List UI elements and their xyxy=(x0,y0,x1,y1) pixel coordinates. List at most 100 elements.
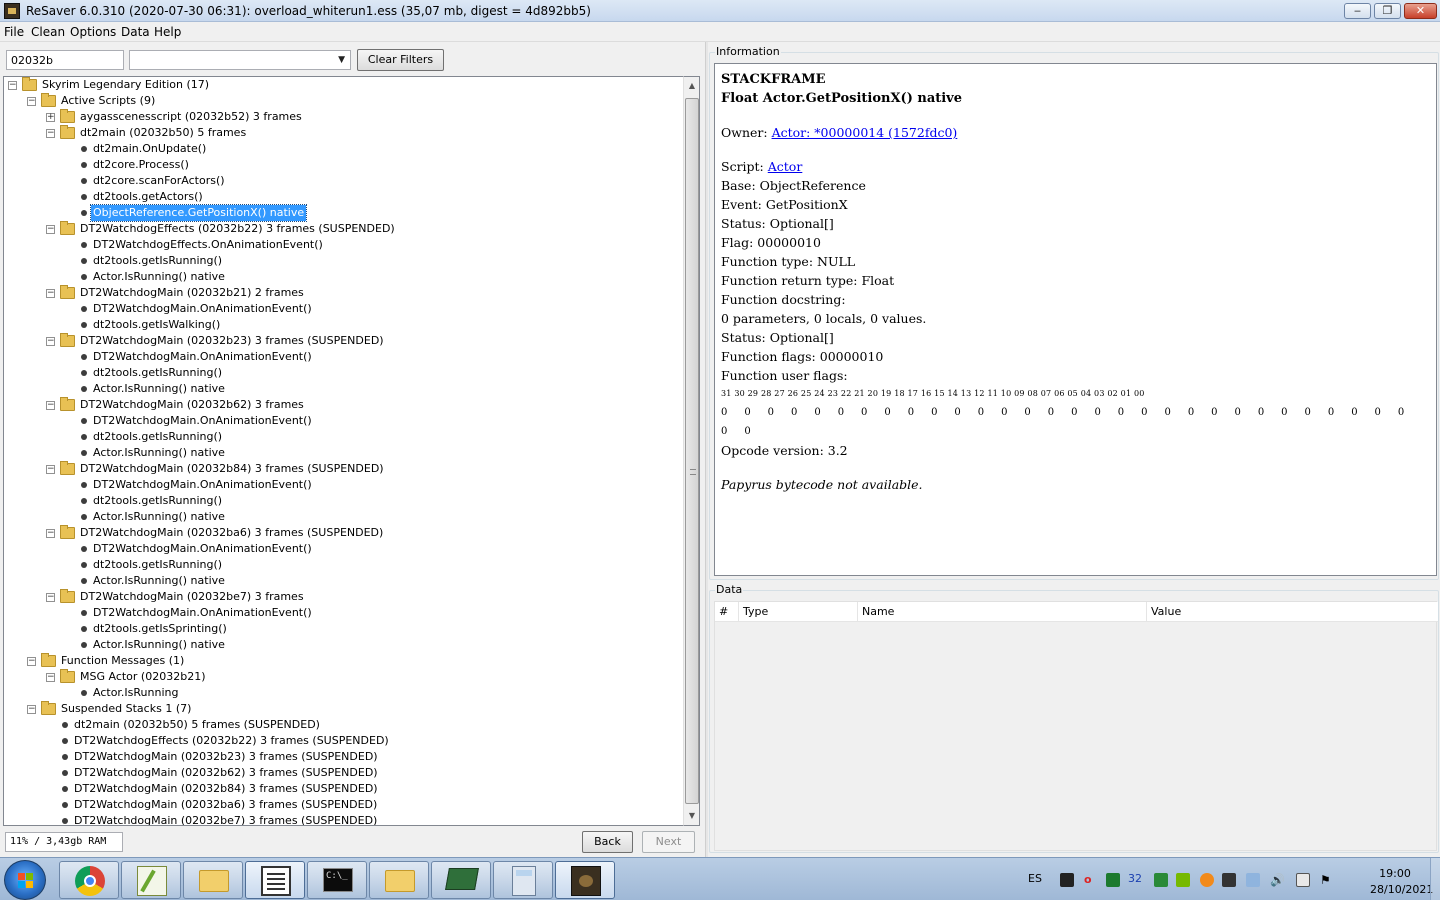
expand-icon[interactable]: + xyxy=(46,113,55,122)
tree-folder-node[interactable]: − MSG Actor (02032b21) xyxy=(4,669,680,685)
display-icon[interactable] xyxy=(1296,873,1310,887)
tree-node-label[interactable]: DT2WatchdogMain.OnAnimationEvent() xyxy=(91,349,314,365)
taskbar-file-explorer[interactable] xyxy=(183,861,243,899)
tree-scrollbar[interactable]: ▲ ▼ xyxy=(683,76,700,826)
column-header-index[interactable]: # xyxy=(715,602,739,622)
tree-leaf-node[interactable]: dt2core.scanForActors() xyxy=(4,173,680,189)
tree-node-label[interactable]: DT2WatchdogMain.OnAnimationEvent() xyxy=(91,301,314,317)
tree-node-label[interactable]: dt2tools.getIsRunning() xyxy=(91,365,224,381)
tree-node-label[interactable]: DT2WatchdogMain (02032b23) 3 frames (SUS… xyxy=(72,749,380,765)
tree-node-label[interactable]: DT2WatchdogMain (02032b84) 3 frames (SUS… xyxy=(72,781,380,797)
tree-node-label[interactable]: DT2WatchdogMain (02032ba6) 3 frames (SUS… xyxy=(78,525,385,541)
opera-icon[interactable]: o xyxy=(1084,873,1098,887)
tree-leaf-node[interactable]: Actor.IsRunning() native xyxy=(4,381,680,397)
tree-node-label[interactable]: dt2tools.getIsWalking() xyxy=(91,317,222,333)
owner-link[interactable]: Actor: *00000014 (1572fdc0) xyxy=(772,125,958,140)
memory-monitor-icon[interactable] xyxy=(1154,873,1168,887)
menu-help[interactable]: Help xyxy=(154,25,181,39)
tree-leaf-node[interactable]: DT2WatchdogMain.OnAnimationEvent() xyxy=(4,605,680,621)
resaver-app-icon[interactable] xyxy=(4,3,20,19)
tree-leaf-node[interactable]: DT2WatchdogEffects.OnAnimationEvent() xyxy=(4,237,680,253)
scroll-down-arrow-icon[interactable]: ▼ xyxy=(685,808,699,824)
tree-leaf-node[interactable]: dt2tools.getIsRunning() xyxy=(4,557,680,573)
tree-node-label[interactable]: DT2WatchdogMain (02032b21) 2 frames xyxy=(78,285,306,301)
tree-node-label[interactable]: dt2tools.getIsRunning() xyxy=(91,557,224,573)
collapse-icon[interactable]: − xyxy=(46,529,55,538)
volume-icon[interactable]: 🔊 xyxy=(1270,873,1285,887)
taskbar-chrome[interactable] xyxy=(59,861,119,899)
maximize-button[interactable]: ❐ xyxy=(1374,3,1401,19)
tree-node-label[interactable]: dt2core.scanForActors() xyxy=(91,173,227,189)
tree-leaf-node[interactable]: Actor.IsRunning() native xyxy=(4,573,680,589)
tree-leaf-node[interactable]: Actor.IsRunning() native xyxy=(4,509,680,525)
tree-leaf-node[interactable]: DT2WatchdogMain (02032b84) 3 frames (SUS… xyxy=(4,781,680,797)
collapse-icon[interactable]: − xyxy=(46,401,55,410)
tree-node-label[interactable]: DT2WatchdogMain (02032b62) 3 frames xyxy=(78,397,306,413)
tree-node-label[interactable]: dt2main (02032b50) 5 frames xyxy=(78,125,248,141)
menu-options[interactable]: Options xyxy=(70,25,116,39)
close-button[interactable]: ✕ xyxy=(1404,3,1437,19)
tree-leaf-node[interactable]: DT2WatchdogMain.OnAnimationEvent() xyxy=(4,477,680,493)
tree-node-label[interactable]: dt2main (02032b50) 5 frames (SUSPENDED) xyxy=(72,717,322,733)
tree-node-label[interactable]: Actor.IsRunning() native xyxy=(91,637,227,653)
taskbar-resaver[interactable] xyxy=(555,861,615,899)
tree-folder-node[interactable]: − DT2WatchdogMain (02032b84) 3 frames (SU… xyxy=(4,461,680,477)
avast-icon[interactable] xyxy=(1200,873,1214,887)
tree-node-label[interactable]: Function Messages (1) xyxy=(59,653,186,669)
scroll-up-arrow-icon[interactable]: ▲ xyxy=(685,78,699,94)
tree-node-label[interactable]: DT2WatchdogEffects.OnAnimationEvent() xyxy=(91,237,325,253)
tree-node-label[interactable]: DT2WatchdogMain (02032ba6) 3 frames (SUS… xyxy=(72,797,379,813)
tree-folder-node[interactable]: − DT2WatchdogMain (02032b21) 2 frames xyxy=(4,285,680,301)
tree-node-label[interactable]: DT2WatchdogEffects (02032b22) 3 frames (… xyxy=(78,221,397,237)
tree-folder-node[interactable]: − dt2main (02032b50) 5 frames xyxy=(4,125,680,141)
hardware-monitor-icon[interactable] xyxy=(1222,873,1236,887)
language-indicator[interactable]: ES xyxy=(1028,872,1042,885)
tree-leaf-node[interactable]: DT2WatchdogMain.OnAnimationEvent() xyxy=(4,349,680,365)
collapse-icon[interactable]: − xyxy=(8,81,17,90)
tree-node-label[interactable]: DT2WatchdogMain.OnAnimationEvent() xyxy=(91,477,314,493)
collapse-icon[interactable]: − xyxy=(27,97,36,106)
taskbar-network-monitor[interactable] xyxy=(431,861,491,899)
tree-node-label[interactable]: DT2WatchdogEffects (02032b22) 3 frames (… xyxy=(72,733,391,749)
tree-node-label[interactable]: Active Scripts (9) xyxy=(59,93,157,109)
tree-leaf-node[interactable]: DT2WatchdogMain (02032b23) 3 frames (SUS… xyxy=(4,749,680,765)
tree-node-label[interactable]: DT2WatchdogMain.OnAnimationEvent() xyxy=(91,605,314,621)
menu-data[interactable]: Data xyxy=(121,25,150,39)
next-button[interactable]: Next xyxy=(642,831,695,853)
menu-clean[interactable]: Clean xyxy=(31,25,65,39)
tree-node-label[interactable]: MSG Actor (02032b21) xyxy=(78,669,208,685)
taskbar-notepad-plus-plus[interactable] xyxy=(121,861,181,899)
data-table[interactable]: # Type Name Value xyxy=(714,601,1438,851)
tree-leaf-node[interactable]: dt2tools.getIsSprinting() xyxy=(4,621,680,637)
collapse-icon[interactable]: − xyxy=(46,673,55,682)
tree-leaf-node[interactable]: dt2tools.getIsRunning() xyxy=(4,253,680,269)
tree-node-label[interactable]: Suspended Stacks 1 (7) xyxy=(59,701,193,717)
scroll-thumb[interactable] xyxy=(685,98,699,804)
tree-leaf-node[interactable]: DT2WatchdogMain.OnAnimationEvent() xyxy=(4,541,680,557)
tree-leaf-node[interactable]: DT2WatchdogMain (02032be7) 3 frames (SUS… xyxy=(4,813,680,825)
tree-folder-node[interactable]: + aygasscenesscript (02032b52) 3 frames xyxy=(4,109,680,125)
collapse-icon[interactable]: − xyxy=(27,705,36,714)
action-center-flag-icon[interactable]: ⚑ xyxy=(1320,873,1334,887)
filter-input[interactable] xyxy=(6,50,124,70)
tree-leaf-node[interactable]: DT2WatchdogMain.OnAnimationEvent() xyxy=(4,301,680,317)
tree-leaf-node[interactable]: DT2WatchdogMain (02032b62) 3 frames (SUS… xyxy=(4,765,680,781)
show-desktop-button[interactable] xyxy=(1430,858,1440,900)
start-button[interactable] xyxy=(4,860,46,900)
tree-node-label[interactable]: Actor.IsRunning() native xyxy=(91,381,227,397)
tree-leaf-node[interactable]: DT2WatchdogEffects (02032b22) 3 frames (… xyxy=(4,733,680,749)
tree-node-label[interactable]: dt2main.OnUpdate() xyxy=(91,141,208,157)
tree-leaf-node[interactable]: DT2WatchdogMain (02032ba6) 3 frames (SUS… xyxy=(4,797,680,813)
gpu-monitor-icon[interactable] xyxy=(1106,873,1120,887)
clock-time[interactable]: 19:00 xyxy=(1370,867,1420,880)
network-icon[interactable] xyxy=(1246,873,1260,887)
tree-node-label[interactable]: dt2tools.getIsRunning() xyxy=(91,493,224,509)
tree-leaf-node[interactable]: dt2tools.getIsRunning() xyxy=(4,493,680,509)
tree-node-label[interactable]: aygasscenesscript (02032b52) 3 frames xyxy=(78,109,304,125)
tree-folder-node[interactable]: − Function Messages (1) xyxy=(4,653,680,669)
tree-leaf-node[interactable]: Actor.IsRunning() native xyxy=(4,269,680,285)
script-link[interactable]: Actor xyxy=(768,159,803,174)
tree-node-label[interactable]: Actor.IsRunning() native xyxy=(91,269,227,285)
column-header-name[interactable]: Name xyxy=(858,602,1147,622)
tree-node-label[interactable]: Actor.IsRunning() native xyxy=(91,445,227,461)
